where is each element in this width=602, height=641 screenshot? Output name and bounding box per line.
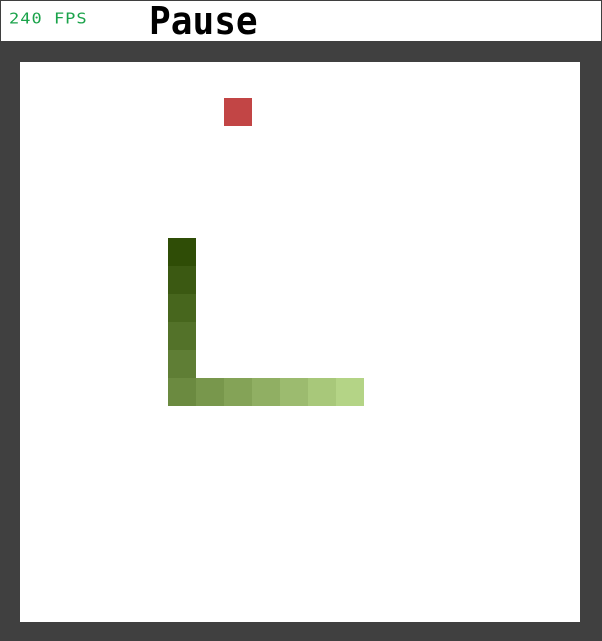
top-bar: 240 FPS Pause [0, 0, 602, 42]
snake-head [168, 238, 196, 266]
snake-segment [168, 350, 196, 378]
pause-button[interactable]: Pause [149, 1, 269, 41]
snake-segment [280, 378, 308, 406]
snake-segment [252, 378, 280, 406]
snake-segment [196, 378, 224, 406]
game-frame [0, 42, 602, 641]
snake-segment [336, 378, 364, 406]
snake-segment [168, 294, 196, 322]
food-pellet [224, 98, 252, 126]
game-board[interactable] [20, 62, 580, 622]
snake-segment [168, 322, 196, 350]
snake-segment [168, 378, 196, 406]
snake-segment [168, 266, 196, 294]
snake-segment [308, 378, 336, 406]
fps-counter: 240 FPS [9, 10, 88, 28]
snake-segment [224, 378, 252, 406]
